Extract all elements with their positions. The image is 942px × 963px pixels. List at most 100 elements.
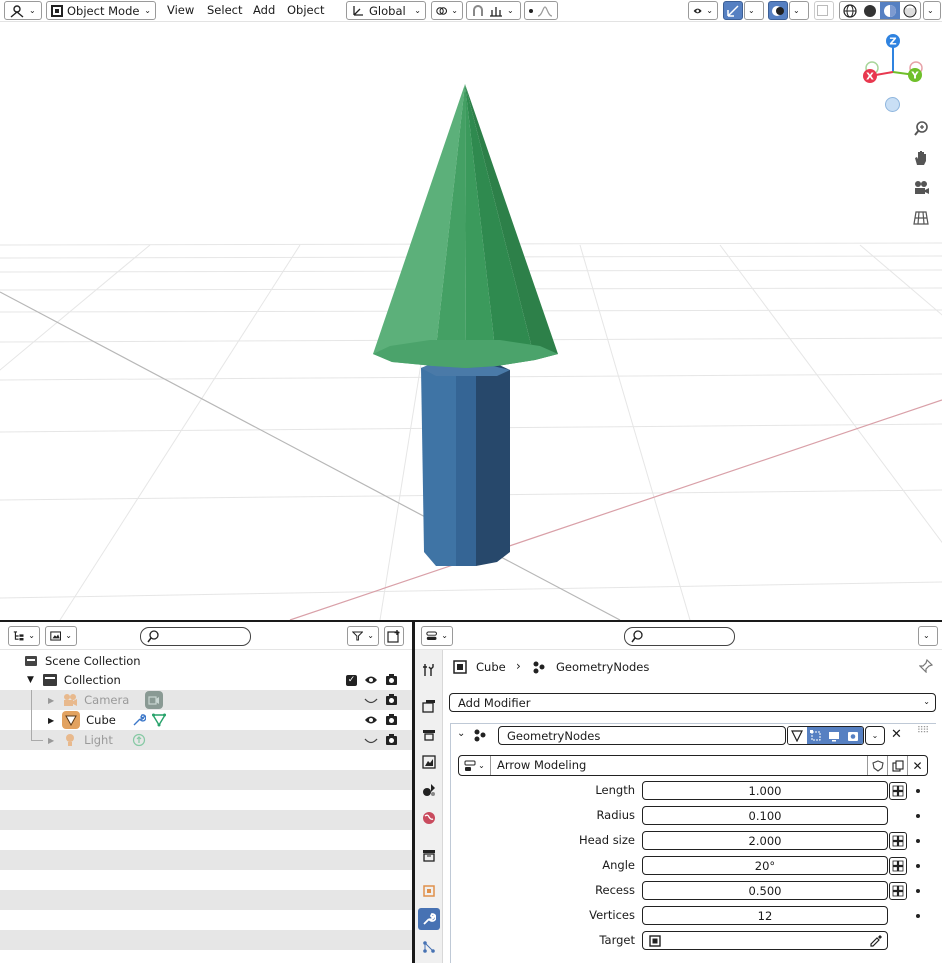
render-camera-icon[interactable] bbox=[385, 674, 398, 686]
tab-object[interactable] bbox=[418, 880, 440, 902]
expand-arrow-icon[interactable]: ▶ bbox=[48, 716, 54, 725]
zoom-icon[interactable] bbox=[910, 117, 932, 139]
eye-closed-icon[interactable] bbox=[364, 697, 378, 705]
menu-object[interactable]: Object bbox=[287, 3, 324, 17]
display-mode-selector[interactable]: ⌄ bbox=[45, 626, 77, 646]
node-tree-browse-icon[interactable]: ⌄ bbox=[459, 756, 491, 775]
param-field-length[interactable]: 1.000 bbox=[642, 781, 888, 800]
keyframe-dot-icon[interactable] bbox=[916, 839, 920, 843]
outliner-row-cube[interactable]: ▶ Cube bbox=[0, 710, 412, 730]
transform-orientation-selector[interactable]: Global ⌄ bbox=[346, 1, 426, 20]
tab-tool[interactable] bbox=[418, 659, 440, 681]
tab-modifiers[interactable] bbox=[418, 908, 440, 930]
properties-editor-type[interactable]: ⌄ bbox=[421, 626, 453, 646]
cage-toggle-icon[interactable] bbox=[806, 727, 825, 744]
collapse-chevron-icon[interactable]: ⌄ bbox=[457, 728, 465, 739]
eye-icon[interactable] bbox=[364, 675, 378, 685]
shading-dropdown[interactable]: ⌄ bbox=[923, 1, 941, 20]
close-icon[interactable]: ✕ bbox=[891, 727, 902, 742]
outliner-row-light[interactable]: ▶ Light bbox=[0, 730, 412, 750]
mesh-data-icon[interactable] bbox=[152, 713, 166, 727]
eyedropper-icon[interactable] bbox=[870, 934, 883, 947]
outliner-row-collection[interactable]: ▼ Collection ✓ bbox=[0, 670, 412, 690]
visibility-selector[interactable]: ⌄ bbox=[688, 1, 718, 20]
viewport-display-toggle-icon[interactable] bbox=[825, 727, 844, 744]
menu-select[interactable]: Select bbox=[207, 3, 242, 17]
keyframe-dot-icon[interactable] bbox=[916, 889, 920, 893]
gizmo-toggle[interactable] bbox=[723, 1, 743, 20]
menu-add[interactable]: Add bbox=[253, 3, 275, 17]
grid-view-icon[interactable] bbox=[910, 207, 932, 229]
snapping-selector[interactable]: ⌄ bbox=[466, 1, 521, 20]
solid-shading-icon[interactable] bbox=[860, 2, 880, 19]
wireframe-shading-icon[interactable] bbox=[840, 2, 860, 19]
expand-arrow-icon[interactable]: ▶ bbox=[48, 696, 54, 705]
new-collection-button[interactable] bbox=[384, 626, 404, 646]
expand-arrow-icon[interactable]: ▶ bbox=[48, 736, 54, 745]
tab-render[interactable] bbox=[418, 695, 440, 717]
keyframe-dot-icon[interactable] bbox=[916, 864, 920, 868]
attribute-toggle-button[interactable] bbox=[889, 857, 907, 875]
render-camera-icon[interactable] bbox=[385, 694, 398, 706]
checkbox-checked-icon[interactable]: ✓ bbox=[346, 675, 357, 686]
param-field-head-size[interactable]: 2.000 bbox=[642, 831, 888, 850]
tab-scene[interactable] bbox=[418, 779, 440, 801]
light-data-icon[interactable] bbox=[132, 733, 146, 747]
render-camera-icon[interactable] bbox=[385, 734, 398, 746]
wrench-modifier-icon[interactable] bbox=[132, 713, 146, 727]
modifier-name-input[interactable]: GeometryNodes bbox=[498, 726, 786, 745]
navigation-gizmo[interactable]: Z X Y bbox=[858, 32, 928, 102]
param-field-target[interactable] bbox=[642, 931, 888, 950]
render-camera-icon[interactable] bbox=[385, 714, 398, 726]
camera-view-icon[interactable] bbox=[910, 177, 932, 199]
tab-world[interactable] bbox=[418, 807, 440, 829]
tab-collection[interactable] bbox=[418, 844, 440, 866]
overlay-dropdown[interactable]: ⌄ bbox=[789, 1, 809, 20]
xray-toggle[interactable] bbox=[814, 1, 834, 20]
mode-selector[interactable]: Object Mode ⌄ bbox=[46, 1, 156, 20]
tab-particles[interactable] bbox=[418, 936, 440, 958]
tab-output[interactable] bbox=[418, 723, 440, 745]
render-toggle-icon[interactable] bbox=[843, 727, 863, 744]
attribute-toggle-button[interactable] bbox=[889, 882, 907, 900]
3d-viewport[interactable]: Z X Y bbox=[0, 22, 942, 620]
modifier-extra-dropdown[interactable]: ⌄ bbox=[865, 726, 885, 745]
camera-data-icon[interactable] bbox=[145, 691, 163, 709]
expand-arrow-icon[interactable]: ▼ bbox=[27, 675, 34, 685]
tab-view-layer[interactable] bbox=[418, 751, 440, 773]
keyframe-dot-icon[interactable] bbox=[916, 914, 920, 918]
gizmo-negative-z[interactable] bbox=[885, 97, 900, 112]
keyframe-dot-icon[interactable] bbox=[916, 789, 920, 793]
pan-hand-icon[interactable] bbox=[910, 147, 932, 169]
editor-type-button[interactable]: ⌄ bbox=[4, 1, 42, 20]
duplicate-icon[interactable] bbox=[887, 756, 907, 775]
outliner-row-camera[interactable]: ▶ Camera bbox=[0, 690, 412, 710]
material-shading-icon[interactable] bbox=[880, 2, 900, 19]
outliner-search-input[interactable] bbox=[140, 627, 251, 646]
filter-button[interactable]: ⌄ bbox=[347, 626, 379, 646]
outliner-row-scene-collection[interactable]: Scene Collection bbox=[0, 651, 412, 671]
overlay-toggle[interactable] bbox=[768, 1, 788, 20]
unlink-close-icon[interactable]: ✕ bbox=[907, 756, 927, 775]
gizmo-dropdown[interactable]: ⌄ bbox=[744, 1, 764, 20]
param-field-radius[interactable]: 0.100 bbox=[642, 806, 888, 825]
eye-icon[interactable] bbox=[364, 715, 378, 725]
proportional-editing[interactable] bbox=[524, 1, 558, 20]
eye-closed-icon[interactable] bbox=[364, 737, 378, 745]
node-group-name[interactable]: Arrow Modeling bbox=[497, 756, 586, 775]
rendered-shading-icon[interactable] bbox=[900, 2, 920, 19]
attribute-toggle-button[interactable] bbox=[889, 782, 907, 800]
drag-handle-icon[interactable]: ⠿⠿ bbox=[917, 726, 929, 736]
param-field-recess[interactable]: 0.500 bbox=[642, 881, 888, 900]
fake-user-shield-icon[interactable] bbox=[867, 756, 887, 775]
keyframe-dot-icon[interactable] bbox=[916, 814, 920, 818]
pivot-point-selector[interactable]: ⌄ bbox=[431, 1, 463, 20]
properties-search-input[interactable] bbox=[624, 627, 735, 646]
pin-icon[interactable] bbox=[919, 659, 933, 673]
param-field-vertices[interactable]: 12 bbox=[642, 906, 888, 925]
outliner-editor-type[interactable]: ⌄ bbox=[8, 626, 40, 646]
properties-options-dropdown[interactable]: ⌄ bbox=[918, 626, 938, 646]
menu-view[interactable]: View bbox=[167, 3, 194, 17]
add-modifier-dropdown[interactable]: Add Modifier ⌄ bbox=[449, 693, 936, 712]
attribute-toggle-button[interactable] bbox=[889, 832, 907, 850]
